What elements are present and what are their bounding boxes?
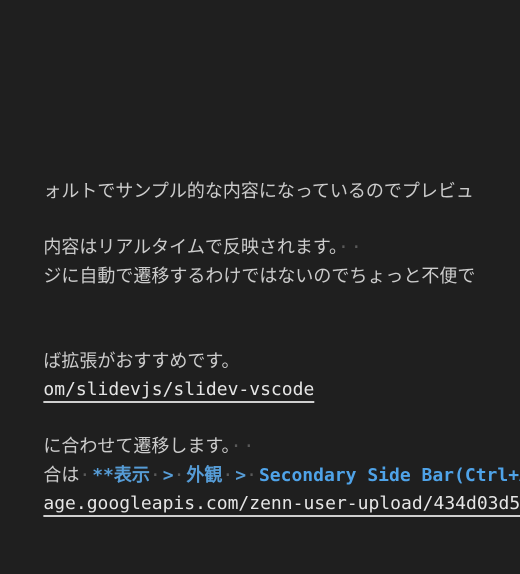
editor-line[interactable]: に合わせて遷移します。·· [0,405,256,457]
url-link[interactable]: age.googleapis.com/zenn-user-upload/434d… [43,493,520,514]
editor-line[interactable]: ば拡張がおすすめです。 [0,320,239,372]
line-text: ジに自動で遷移するわけではないのでちょっと不便で [43,266,476,287]
editor-line[interactable]: ォルトでサンプル的な内容になっているのでプレビュ [0,150,474,202]
editor-line[interactable]: age.googleapis.com/zenn-user-upload/434d… [0,462,520,514]
url-link[interactable]: om/slidevjs/slidev-vscode [43,379,314,400]
line-text: ォルトでサンプル的な内容になっているのでプレビュ [43,181,474,202]
code-editor[interactable]: ォルトでサンプル的な内容になっているのでプレビュ 内容はリアルタイムで反映されま… [0,0,520,574]
editor-line[interactable]: om/slidevjs/slidev-vscode [0,348,314,400]
editor-line[interactable]: 内容はリアルタイムで反映されます。·· [0,206,364,258]
editor-line[interactable]: 合は·**表示·>·外観·>·Secondary Side Bar(Ctrl+A… [0,434,520,486]
editor-line[interactable]: ジに自動で遷移するわけではないのでちょっと不便で [0,235,475,287]
